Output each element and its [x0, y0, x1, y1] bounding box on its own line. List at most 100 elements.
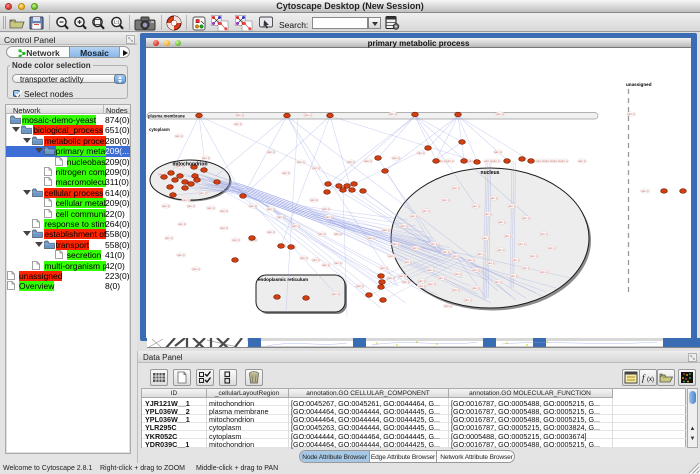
svg-text:(abc 1): (abc 1) — [267, 209, 274, 211]
svg-text:(abc 1): (abc 1) — [187, 206, 194, 208]
svg-text:(abc 1): (abc 1) — [398, 276, 405, 278]
svg-text:(abc 1): (abc 1) — [382, 230, 389, 232]
svg-text:(abc 1): (abc 1) — [544, 161, 551, 163]
svg-text:(abc 1): (abc 1) — [334, 234, 341, 236]
svg-text:(abc 1): (abc 1) — [418, 286, 425, 288]
svg-text:(abc 1): (abc 1) — [548, 248, 555, 250]
svg-text:(abc 1): (abc 1) — [484, 214, 491, 216]
svg-text:(abc 1): (abc 1) — [292, 226, 299, 228]
svg-text:(abc 1): (abc 1) — [387, 278, 394, 280]
svg-text:(abc 1): (abc 1) — [236, 115, 243, 117]
svg-text:endoplasmic reticulum: endoplasmic reticulum — [258, 277, 308, 282]
svg-text:(abc 1): (abc 1) — [417, 153, 424, 155]
svg-text:(abc 1): (abc 1) — [494, 152, 501, 154]
svg-text:(abc 1): (abc 1) — [392, 158, 399, 160]
svg-text:(abc 1): (abc 1) — [452, 290, 459, 292]
svg-text:(abc 1): (abc 1) — [536, 161, 543, 163]
svg-text:(abc 1): (abc 1) — [404, 262, 411, 264]
svg-text:(abc 1): (abc 1) — [300, 258, 307, 260]
svg-text:(abc 1): (abc 1) — [207, 208, 214, 210]
svg-text:(abc 1): (abc 1) — [512, 260, 519, 262]
svg-text:(abc 1): (abc 1) — [452, 256, 459, 258]
svg-text:(abc 1): (abc 1) — [400, 226, 407, 228]
svg-text:(abc 1): (abc 1) — [444, 306, 451, 308]
svg-text:nucleus: nucleus — [481, 170, 500, 176]
svg-text:(abc 1): (abc 1) — [392, 244, 399, 246]
svg-text:(abc 1): (abc 1) — [202, 158, 209, 160]
svg-text:(abc 1): (abc 1) — [162, 206, 169, 208]
svg-text:(abc 1): (abc 1) — [540, 272, 547, 274]
svg-text:cytoplasm: cytoplasm — [149, 127, 170, 132]
svg-text:(abc 1): (abc 1) — [510, 276, 517, 278]
svg-text:(abc 1): (abc 1) — [322, 265, 329, 267]
svg-text:mitochondrion: mitochondrion — [173, 162, 208, 168]
svg-text:(abc 1): (abc 1) — [220, 211, 227, 213]
svg-text:(abc 1): (abc 1) — [641, 191, 648, 193]
svg-text:(abc 1): (abc 1) — [232, 240, 239, 242]
svg-text:(abc 1): (abc 1) — [490, 198, 497, 200]
svg-text:(abc 1): (abc 1) — [627, 114, 634, 116]
svg-text:(abc 1): (abc 1) — [267, 152, 274, 154]
svg-text:(abc 1): (abc 1) — [494, 282, 501, 284]
svg-text:(abc 1): (abc 1) — [472, 288, 479, 290]
svg-text:(abc 1): (abc 1) — [442, 252, 449, 254]
svg-text:(abc 1): (abc 1) — [177, 255, 184, 257]
svg-text:(abc 1): (abc 1) — [552, 161, 559, 163]
svg-text:(abc 1): (abc 1) — [318, 234, 325, 236]
svg-text:(abc 1): (abc 1) — [332, 294, 339, 296]
svg-text:(abc 1): (abc 1) — [175, 136, 182, 138]
svg-text:f: f — [642, 373, 646, 383]
svg-text:(abc 1): (abc 1) — [412, 248, 419, 250]
svg-text:(abc 1): (abc 1) — [467, 260, 474, 262]
svg-text:(abc 1): (abc 1) — [178, 224, 185, 226]
svg-text:(abc 1): (abc 1) — [347, 162, 354, 164]
svg-text:(abc 1): (abc 1) — [182, 200, 189, 202]
svg-text:(abc 1): (abc 1) — [312, 168, 319, 170]
svg-text:(abc 1): (abc 1) — [430, 244, 437, 246]
svg-text:(abc 1): (abc 1) — [165, 238, 172, 240]
svg-text:(abc 1): (abc 1) — [410, 216, 417, 218]
svg-text:(abc 1): (abc 1) — [438, 278, 445, 280]
svg-text:(abc 1): (abc 1) — [442, 200, 449, 202]
svg-text:(abc 1): (abc 1) — [508, 206, 515, 208]
svg-text:(abc 1): (abc 1) — [522, 268, 529, 270]
svg-text:(abc 1): (abc 1) — [482, 238, 489, 240]
svg-text:(abc 1): (abc 1) — [472, 206, 479, 208]
svg-text:(abc 1): (abc 1) — [234, 124, 241, 126]
svg-text:(abc 1): (abc 1) — [364, 161, 371, 163]
svg-text:(abc 1): (abc 1) — [199, 193, 206, 195]
svg-text:(abc 1): (abc 1) — [380, 268, 387, 270]
svg-text:plasma membrane: plasma membrane — [148, 114, 185, 119]
svg-text:(abc 1): (abc 1) — [297, 162, 304, 164]
svg-text:(abc 1): (abc 1) — [418, 281, 425, 283]
svg-text:(abc 1): (abc 1) — [356, 286, 363, 288]
svg-text:(abc 1): (abc 1) — [504, 236, 511, 238]
svg-text:(abc 1): (abc 1) — [367, 238, 374, 240]
svg-text:(abc 1): (abc 1) — [496, 114, 503, 116]
svg-text:(abc 1): (abc 1) — [388, 256, 395, 258]
svg-text:(abc 1): (abc 1) — [497, 250, 504, 252]
svg-text:(abc 1): (abc 1) — [530, 256, 537, 258]
svg-text:(abc 1): (abc 1) — [492, 161, 499, 163]
svg-text:(abc 1): (abc 1) — [334, 263, 341, 265]
svg-text:(abc 1): (abc 1) — [540, 234, 547, 236]
svg-text:(abc 1): (abc 1) — [325, 217, 332, 219]
svg-text:(x): (x) — [647, 377, 654, 383]
svg-text:(abc 1): (abc 1) — [312, 260, 319, 262]
svg-text:(abc 1): (abc 1) — [249, 206, 256, 208]
svg-text:(abc 1): (abc 1) — [560, 161, 567, 163]
svg-text:unassigned: unassigned — [626, 82, 652, 87]
svg-text:(abc 1): (abc 1) — [428, 284, 435, 286]
svg-text:(abc 1): (abc 1) — [578, 161, 585, 163]
svg-text:(abc 1): (abc 1) — [487, 263, 494, 265]
svg-text:(abc 1): (abc 1) — [446, 161, 453, 163]
svg-text:(abc 1): (abc 1) — [427, 270, 434, 272]
svg-text:(abc 1): (abc 1) — [484, 161, 491, 163]
svg-text:(abc 1): (abc 1) — [522, 218, 529, 220]
svg-text:(abc 1): (abc 1) — [304, 115, 311, 117]
svg-text:(abc 1): (abc 1) — [477, 254, 484, 256]
svg-text:(abc 1): (abc 1) — [464, 300, 471, 302]
svg-text:(abc 1): (abc 1) — [389, 114, 396, 116]
svg-text:(abc 1): (abc 1) — [498, 222, 505, 224]
svg-text:(abc 1): (abc 1) — [220, 228, 227, 230]
